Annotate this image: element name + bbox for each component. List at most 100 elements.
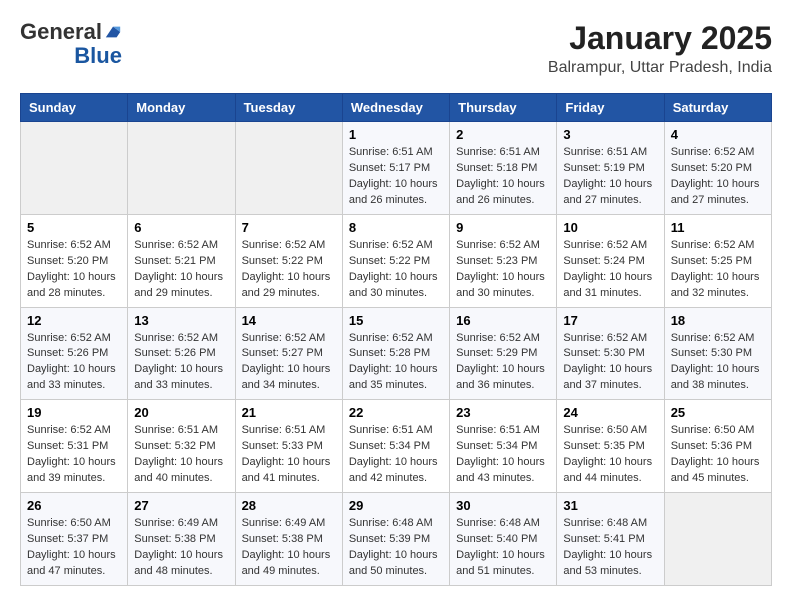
day-number: 19: [27, 405, 121, 420]
page-header: General Blue January 2025 Balrampur, Utt…: [20, 20, 772, 77]
calendar-cell: 12 Sunrise: 6:52 AM Sunset: 5:26 PM Dayli…: [21, 307, 128, 400]
calendar-cell: [128, 122, 235, 215]
day-number: 1: [349, 127, 443, 142]
day-info: Sunrise: 6:49 AM Sunset: 5:38 PM Dayligh…: [134, 516, 228, 580]
header-day-thursday: Thursday: [450, 94, 557, 122]
day-info: Sunrise: 6:52 AM Sunset: 5:27 PM Dayligh…: [242, 331, 336, 395]
calendar-cell: 20 Sunrise: 6:51 AM Sunset: 5:32 PM Dayli…: [128, 400, 235, 493]
day-info: Sunrise: 6:52 AM Sunset: 5:23 PM Dayligh…: [456, 238, 550, 302]
day-number: 15: [349, 313, 443, 328]
calendar-cell: 24 Sunrise: 6:50 AM Sunset: 5:35 PM Dayli…: [557, 400, 664, 493]
day-number: 6: [134, 220, 228, 235]
calendar-cell: 28 Sunrise: 6:49 AM Sunset: 5:38 PM Dayli…: [235, 493, 342, 586]
day-number: 26: [27, 498, 121, 513]
calendar-cell: 11 Sunrise: 6:52 AM Sunset: 5:25 PM Dayli…: [664, 214, 771, 307]
day-info: Sunrise: 6:52 AM Sunset: 5:20 PM Dayligh…: [27, 238, 121, 302]
day-number: 25: [671, 405, 765, 420]
day-info: Sunrise: 6:52 AM Sunset: 5:30 PM Dayligh…: [563, 331, 657, 395]
day-info: Sunrise: 6:52 AM Sunset: 5:21 PM Dayligh…: [134, 238, 228, 302]
day-info: Sunrise: 6:51 AM Sunset: 5:17 PM Dayligh…: [349, 145, 443, 209]
calendar-cell: 30 Sunrise: 6:48 AM Sunset: 5:40 PM Dayli…: [450, 493, 557, 586]
day-info: Sunrise: 6:52 AM Sunset: 5:25 PM Dayligh…: [671, 238, 765, 302]
logo: General Blue: [20, 20, 122, 68]
logo-general-text: General: [20, 20, 102, 44]
day-number: 30: [456, 498, 550, 513]
day-info: Sunrise: 6:51 AM Sunset: 5:32 PM Dayligh…: [134, 423, 228, 487]
day-info: Sunrise: 6:51 AM Sunset: 5:19 PM Dayligh…: [563, 145, 657, 209]
calendar-cell: 31Sunrise: 6:48 AM Sunset: 5:41 PM Dayli…: [557, 493, 664, 586]
calendar-cell: 22 Sunrise: 6:51 AM Sunset: 5:34 PM Dayli…: [342, 400, 449, 493]
day-info: Sunrise: 6:51 AM Sunset: 5:34 PM Dayligh…: [349, 423, 443, 487]
calendar-cell: [235, 122, 342, 215]
day-info: Sunrise: 6:52 AM Sunset: 5:20 PM Dayligh…: [671, 145, 765, 209]
day-number: 5: [27, 220, 121, 235]
calendar-cell: 26 Sunrise: 6:50 AM Sunset: 5:37 PM Dayli…: [21, 493, 128, 586]
calendar-cell: 15Sunrise: 6:52 AM Sunset: 5:28 PM Dayli…: [342, 307, 449, 400]
day-info: Sunrise: 6:48 AM Sunset: 5:40 PM Dayligh…: [456, 516, 550, 580]
day-info: Sunrise: 6:52 AM Sunset: 5:26 PM Dayligh…: [27, 331, 121, 395]
day-info: Sunrise: 6:51 AM Sunset: 5:33 PM Dayligh…: [242, 423, 336, 487]
day-number: 28: [242, 498, 336, 513]
day-info: Sunrise: 6:50 AM Sunset: 5:35 PM Dayligh…: [563, 423, 657, 487]
day-number: 12: [27, 313, 121, 328]
header-day-monday: Monday: [128, 94, 235, 122]
calendar-cell: 8Sunrise: 6:52 AM Sunset: 5:22 PM Daylig…: [342, 214, 449, 307]
day-info: Sunrise: 6:52 AM Sunset: 5:26 PM Dayligh…: [134, 331, 228, 395]
calendar-cell: 4 Sunrise: 6:52 AM Sunset: 5:20 PM Daylig…: [664, 122, 771, 215]
calendar-cell: 23 Sunrise: 6:51 AM Sunset: 5:34 PM Dayli…: [450, 400, 557, 493]
calendar-cell: 18 Sunrise: 6:52 AM Sunset: 5:30 PM Dayli…: [664, 307, 771, 400]
logo-blue-text: Blue: [74, 44, 122, 68]
day-number: 7: [242, 220, 336, 235]
header-day-friday: Friday: [557, 94, 664, 122]
day-number: 22: [349, 405, 443, 420]
calendar-week-row: 26 Sunrise: 6:50 AM Sunset: 5:37 PM Dayli…: [21, 493, 772, 586]
day-number: 27: [134, 498, 228, 513]
day-info: Sunrise: 6:52 AM Sunset: 5:31 PM Dayligh…: [27, 423, 121, 487]
calendar-cell: 7 Sunrise: 6:52 AM Sunset: 5:22 PM Daylig…: [235, 214, 342, 307]
calendar-cell: 3 Sunrise: 6:51 AM Sunset: 5:19 PM Daylig…: [557, 122, 664, 215]
calendar-cell: 25 Sunrise: 6:50 AM Sunset: 5:36 PM Dayli…: [664, 400, 771, 493]
day-info: Sunrise: 6:52 AM Sunset: 5:30 PM Dayligh…: [671, 331, 765, 395]
day-info: Sunrise: 6:48 AM Sunset: 5:41 PM Dayligh…: [563, 516, 657, 580]
calendar-cell: 21 Sunrise: 6:51 AM Sunset: 5:33 PM Dayli…: [235, 400, 342, 493]
day-number: 4: [671, 127, 765, 142]
calendar-week-row: 1 Sunrise: 6:51 AM Sunset: 5:17 PM Daylig…: [21, 122, 772, 215]
calendar-cell: [664, 493, 771, 586]
calendar-cell: 29Sunrise: 6:48 AM Sunset: 5:39 PM Dayli…: [342, 493, 449, 586]
day-info: Sunrise: 6:50 AM Sunset: 5:37 PM Dayligh…: [27, 516, 121, 580]
calendar-cell: 14 Sunrise: 6:52 AM Sunset: 5:27 PM Dayli…: [235, 307, 342, 400]
calendar-cell: 16Sunrise: 6:52 AM Sunset: 5:29 PM Dayli…: [450, 307, 557, 400]
day-info: Sunrise: 6:51 AM Sunset: 5:18 PM Dayligh…: [456, 145, 550, 209]
day-number: 14: [242, 313, 336, 328]
day-number: 23: [456, 405, 550, 420]
calendar-cell: 17Sunrise: 6:52 AM Sunset: 5:30 PM Dayli…: [557, 307, 664, 400]
header-day-tuesday: Tuesday: [235, 94, 342, 122]
header-day-saturday: Saturday: [664, 94, 771, 122]
calendar-cell: 19 Sunrise: 6:52 AM Sunset: 5:31 PM Dayli…: [21, 400, 128, 493]
calendar-cell: [21, 122, 128, 215]
day-number: 20: [134, 405, 228, 420]
calendar-cell: 10 Sunrise: 6:52 AM Sunset: 5:24 PM Dayli…: [557, 214, 664, 307]
day-number: 3: [563, 127, 657, 142]
header-day-wednesday: Wednesday: [342, 94, 449, 122]
day-info: Sunrise: 6:49 AM Sunset: 5:38 PM Dayligh…: [242, 516, 336, 580]
location-subtitle: Balrampur, Uttar Pradesh, India: [548, 59, 772, 77]
month-year-title: January 2025: [548, 20, 772, 57]
calendar-cell: 6 Sunrise: 6:52 AM Sunset: 5:21 PM Daylig…: [128, 214, 235, 307]
day-number: 21: [242, 405, 336, 420]
calendar-cell: 2Sunrise: 6:51 AM Sunset: 5:18 PM Daylig…: [450, 122, 557, 215]
calendar-week-row: 12 Sunrise: 6:52 AM Sunset: 5:26 PM Dayli…: [21, 307, 772, 400]
calendar-table: SundayMondayTuesdayWednesdayThursdayFrid…: [20, 93, 772, 586]
day-number: 10: [563, 220, 657, 235]
day-number: 9: [456, 220, 550, 235]
day-number: 18: [671, 313, 765, 328]
header-day-sunday: Sunday: [21, 94, 128, 122]
day-number: 11: [671, 220, 765, 235]
day-info: Sunrise: 6:51 AM Sunset: 5:34 PM Dayligh…: [456, 423, 550, 487]
day-number: 24: [563, 405, 657, 420]
day-info: Sunrise: 6:50 AM Sunset: 5:36 PM Dayligh…: [671, 423, 765, 487]
day-info: Sunrise: 6:52 AM Sunset: 5:29 PM Dayligh…: [456, 331, 550, 395]
calendar-cell: 5 Sunrise: 6:52 AM Sunset: 5:20 PM Daylig…: [21, 214, 128, 307]
day-info: Sunrise: 6:52 AM Sunset: 5:24 PM Dayligh…: [563, 238, 657, 302]
day-info: Sunrise: 6:52 AM Sunset: 5:22 PM Dayligh…: [242, 238, 336, 302]
